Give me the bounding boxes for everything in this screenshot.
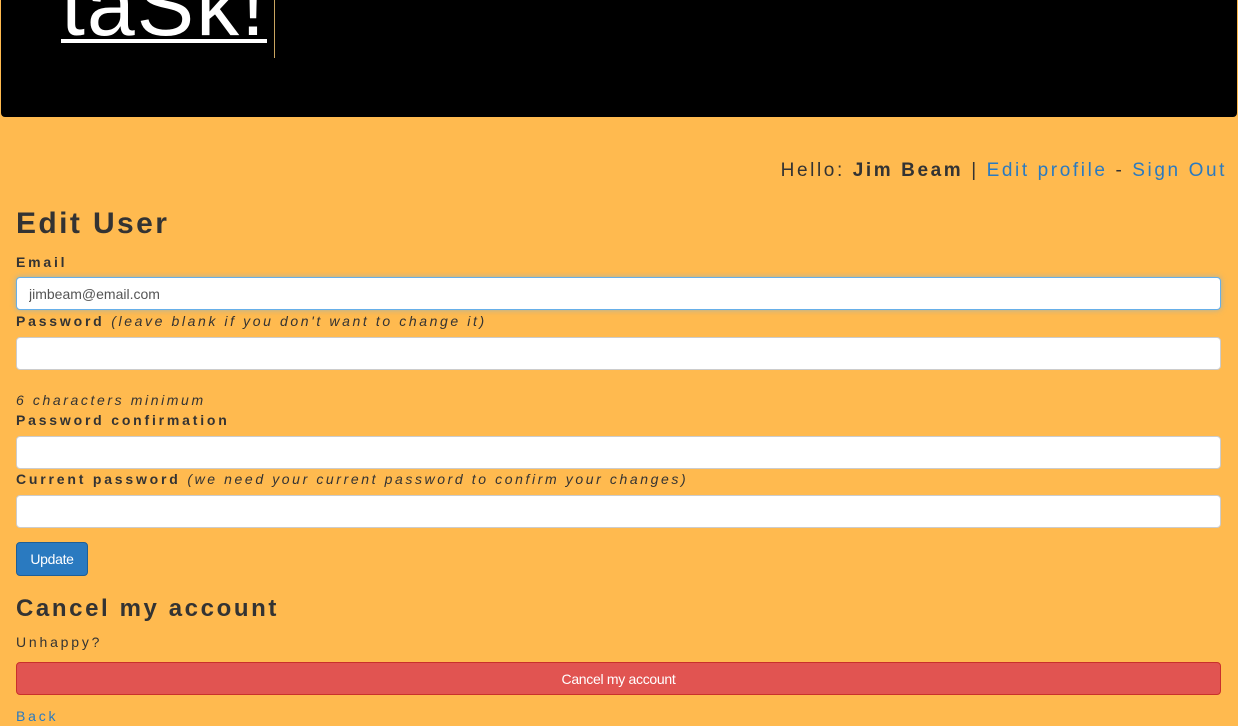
site-header: taSk! bbox=[1, 0, 1237, 117]
userbar-separator: | bbox=[963, 160, 987, 181]
update-button[interactable]: Update bbox=[16, 542, 88, 576]
logo-divider bbox=[274, 0, 275, 58]
password-field[interactable] bbox=[16, 337, 1221, 370]
page-title: Edit User bbox=[16, 207, 170, 240]
back-link[interactable]: Back bbox=[16, 708, 58, 724]
password-label: Password (leave blank if you don't want … bbox=[16, 313, 487, 329]
email-label-text: Email bbox=[16, 254, 68, 270]
email-label: Email bbox=[16, 254, 67, 270]
password-label-text: Password bbox=[16, 313, 105, 329]
user-name: Jim Beam bbox=[852, 160, 964, 181]
password-confirmation-field[interactable] bbox=[16, 436, 1221, 469]
email-field[interactable] bbox=[16, 277, 1221, 310]
userbar-dash: - bbox=[1107, 160, 1133, 181]
site-logo[interactable]: taSk! bbox=[61, 0, 267, 49]
edit-profile-link[interactable]: Edit profile bbox=[987, 160, 1108, 181]
unhappy-text: Unhappy? bbox=[16, 634, 103, 650]
password-note: (leave blank if you don't want to change… bbox=[111, 313, 487, 329]
cancel-account-heading: Cancel my account bbox=[16, 595, 279, 622]
user-bar: Hello: Jim Beam | Edit profile - Sign Ou… bbox=[781, 160, 1227, 182]
current-password-note: (we need your current password to confir… bbox=[187, 471, 689, 487]
cancel-account-button[interactable]: Cancel my account bbox=[16, 662, 1221, 695]
current-password-label-text: Current password bbox=[16, 471, 181, 487]
greeting-label: Hello: bbox=[780, 160, 853, 181]
password-confirmation-label-text: Password confirmation bbox=[16, 412, 230, 428]
current-password-field[interactable] bbox=[16, 495, 1221, 528]
sign-out-link[interactable]: Sign Out bbox=[1132, 160, 1227, 181]
current-password-label: Current password (we need your current p… bbox=[16, 471, 688, 487]
password-hint: 6 characters minimum bbox=[16, 392, 206, 408]
password-confirmation-label: Password confirmation bbox=[16, 412, 230, 428]
